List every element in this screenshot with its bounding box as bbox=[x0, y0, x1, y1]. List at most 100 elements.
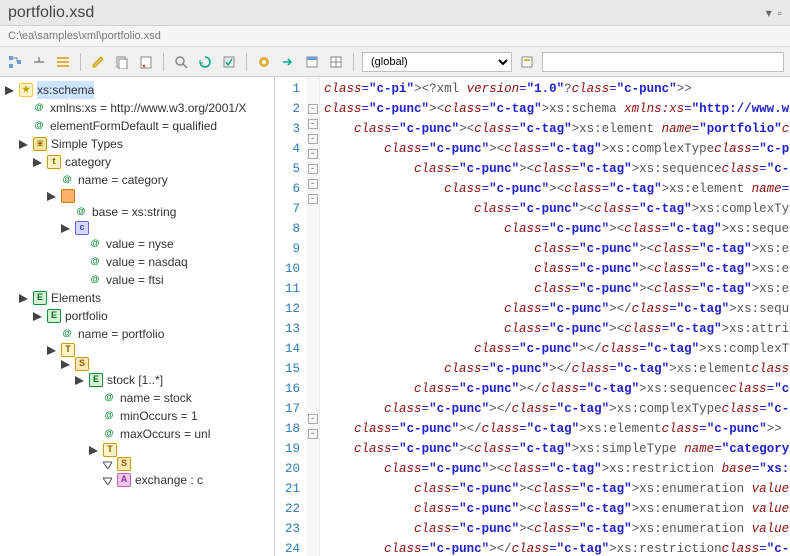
restriction-icon bbox=[61, 189, 75, 203]
tree-node-stock[interactable]: E stock [1..*] bbox=[4, 371, 272, 389]
tree-node-ct[interactable]: T bbox=[4, 443, 272, 457]
tree-label: name = portfolio bbox=[78, 325, 164, 343]
collapse-icon[interactable] bbox=[102, 459, 113, 470]
tree-node-seq[interactable]: S bbox=[4, 357, 272, 371]
tree-node-simple-types[interactable]: ⩸ Simple Types bbox=[4, 135, 272, 153]
tree-node-attr[interactable]: @ maxOccurs = unl bbox=[4, 425, 272, 443]
separator bbox=[246, 53, 247, 71]
tree-label: elementFormDefault = qualified bbox=[50, 117, 217, 135]
tree-label: exchange : c bbox=[135, 471, 203, 489]
folder-icon: ⩸ bbox=[33, 137, 47, 151]
tree-label: base = xs:string bbox=[92, 203, 176, 221]
expand-icon[interactable] bbox=[4, 85, 15, 96]
complextype-icon: T bbox=[61, 343, 75, 357]
tree-node-enum[interactable]: c bbox=[4, 221, 272, 235]
code-area[interactable]: class="c-pi"><?xml version="1.0"?class="… bbox=[320, 77, 790, 556]
tree-node-attr[interactable]: @ name = portfolio bbox=[4, 325, 272, 343]
grid-icon[interactable] bbox=[327, 53, 345, 71]
go-icon[interactable] bbox=[279, 53, 297, 71]
scope-dropdown[interactable]: (global) bbox=[362, 52, 512, 72]
tree-node-attr[interactable]: @ xmlns:xs = http://www.w3.org/2001/X bbox=[4, 99, 272, 117]
filter-icon[interactable] bbox=[518, 53, 536, 71]
generate-icon[interactable] bbox=[255, 53, 273, 71]
separator bbox=[353, 53, 354, 71]
attr-icon: @ bbox=[102, 391, 116, 405]
attribute-icon: A bbox=[117, 473, 131, 487]
tree-node-attr[interactable]: @ value = nasdaq bbox=[4, 253, 272, 271]
toolbar: (global) bbox=[0, 47, 790, 77]
expand-icon[interactable] bbox=[18, 139, 29, 150]
tree-node-schema[interactable]: ★ xs:schema bbox=[4, 81, 272, 99]
attr-icon: @ bbox=[60, 173, 74, 187]
tree-label: category bbox=[65, 153, 111, 171]
expand-icon[interactable] bbox=[46, 345, 57, 356]
tree-node-restriction[interactable] bbox=[4, 189, 272, 203]
expand-icon[interactable] bbox=[46, 191, 57, 202]
attr-icon: @ bbox=[74, 205, 88, 219]
tree-node-attr[interactable]: @ value = nyse bbox=[4, 235, 272, 253]
type-icon: t bbox=[47, 155, 61, 169]
tree-label: value = nasdaq bbox=[106, 253, 188, 271]
line-gutter: 1234567891011121314151617181920212223242… bbox=[275, 77, 306, 556]
tree-node-attr[interactable]: @ base = xs:string bbox=[4, 203, 272, 221]
tree-node-attr[interactable]: @ name = stock bbox=[4, 389, 272, 407]
tree-label: portfolio bbox=[65, 307, 108, 325]
expand-icon[interactable] bbox=[60, 359, 71, 370]
tree-node-category[interactable]: t category bbox=[4, 153, 272, 171]
refresh-icon[interactable] bbox=[196, 53, 214, 71]
tree-node-attr[interactable]: @ elementFormDefault = qualified bbox=[4, 117, 272, 135]
maximize-icon[interactable]: ▫ bbox=[778, 6, 782, 20]
minimize-icon[interactable]: ▾ bbox=[766, 6, 772, 20]
collapse-icon[interactable] bbox=[102, 475, 113, 486]
attr-icon: @ bbox=[102, 409, 116, 423]
tree-node-elements[interactable]: E Elements bbox=[4, 289, 272, 307]
tree-label: Elements bbox=[51, 289, 101, 307]
edit-icon[interactable] bbox=[89, 53, 107, 71]
validate-icon[interactable] bbox=[220, 53, 238, 71]
window-title: portfolio.xsd bbox=[8, 4, 94, 22]
attr-icon: @ bbox=[88, 237, 102, 251]
fold-gutter[interactable]: --------- bbox=[306, 77, 320, 556]
element-icon: E bbox=[47, 309, 61, 323]
separator bbox=[80, 53, 81, 71]
tree-label: minOccurs = 1 bbox=[120, 407, 198, 425]
main-area: ★ xs:schema @ xmlns:xs = http://www.w3.o… bbox=[0, 77, 790, 556]
tree-node-attr[interactable]: @ minOccurs = 1 bbox=[4, 407, 272, 425]
copy-icon[interactable] bbox=[113, 53, 131, 71]
tree-node-ct[interactable]: T bbox=[4, 343, 272, 357]
form-icon[interactable] bbox=[303, 53, 321, 71]
find-icon[interactable] bbox=[172, 53, 190, 71]
schema-tree[interactable]: ★ xs:schema @ xmlns:xs = http://www.w3.o… bbox=[0, 77, 275, 556]
expand-icon[interactable] bbox=[18, 293, 29, 304]
tree-label: Simple Types bbox=[51, 135, 123, 153]
tree-node-seq[interactable]: S bbox=[4, 457, 272, 471]
code-editor[interactable]: 1234567891011121314151617181920212223242… bbox=[275, 77, 790, 556]
collapse-icon[interactable] bbox=[30, 53, 48, 71]
tree-node-attr[interactable]: @ value = ftsi bbox=[4, 271, 272, 289]
tree-label: value = ftsi bbox=[106, 271, 164, 289]
tree-view-icon[interactable] bbox=[6, 53, 24, 71]
tree-label: value = nyse bbox=[106, 235, 174, 253]
paste-icon[interactable] bbox=[137, 53, 155, 71]
filter-input[interactable] bbox=[542, 52, 784, 72]
attr-icon: @ bbox=[32, 119, 46, 133]
complextype-icon: T bbox=[103, 443, 117, 457]
options-icon[interactable] bbox=[54, 53, 72, 71]
attr-icon: @ bbox=[102, 427, 116, 441]
tree-label: stock [1..*] bbox=[107, 371, 163, 389]
expand-icon[interactable] bbox=[60, 223, 71, 234]
tree-node-portfolio[interactable]: E portfolio bbox=[4, 307, 272, 325]
attr-icon: @ bbox=[88, 273, 102, 287]
tree-label: name = stock bbox=[120, 389, 192, 407]
window-controls: ▾ ▫ bbox=[766, 6, 782, 20]
expand-icon[interactable] bbox=[74, 375, 85, 386]
expand-icon[interactable] bbox=[88, 445, 99, 456]
tree-label: name = category bbox=[78, 171, 168, 189]
tree-node-exchange[interactable]: A exchange : c bbox=[4, 471, 272, 489]
attr-icon: @ bbox=[60, 327, 74, 341]
expand-icon[interactable] bbox=[32, 157, 43, 168]
title-bar: portfolio.xsd ▾ ▫ bbox=[0, 0, 790, 26]
tree-label: maxOccurs = unl bbox=[120, 425, 210, 443]
tree-node-attr[interactable]: @ name = category bbox=[4, 171, 272, 189]
expand-icon[interactable] bbox=[32, 311, 43, 322]
